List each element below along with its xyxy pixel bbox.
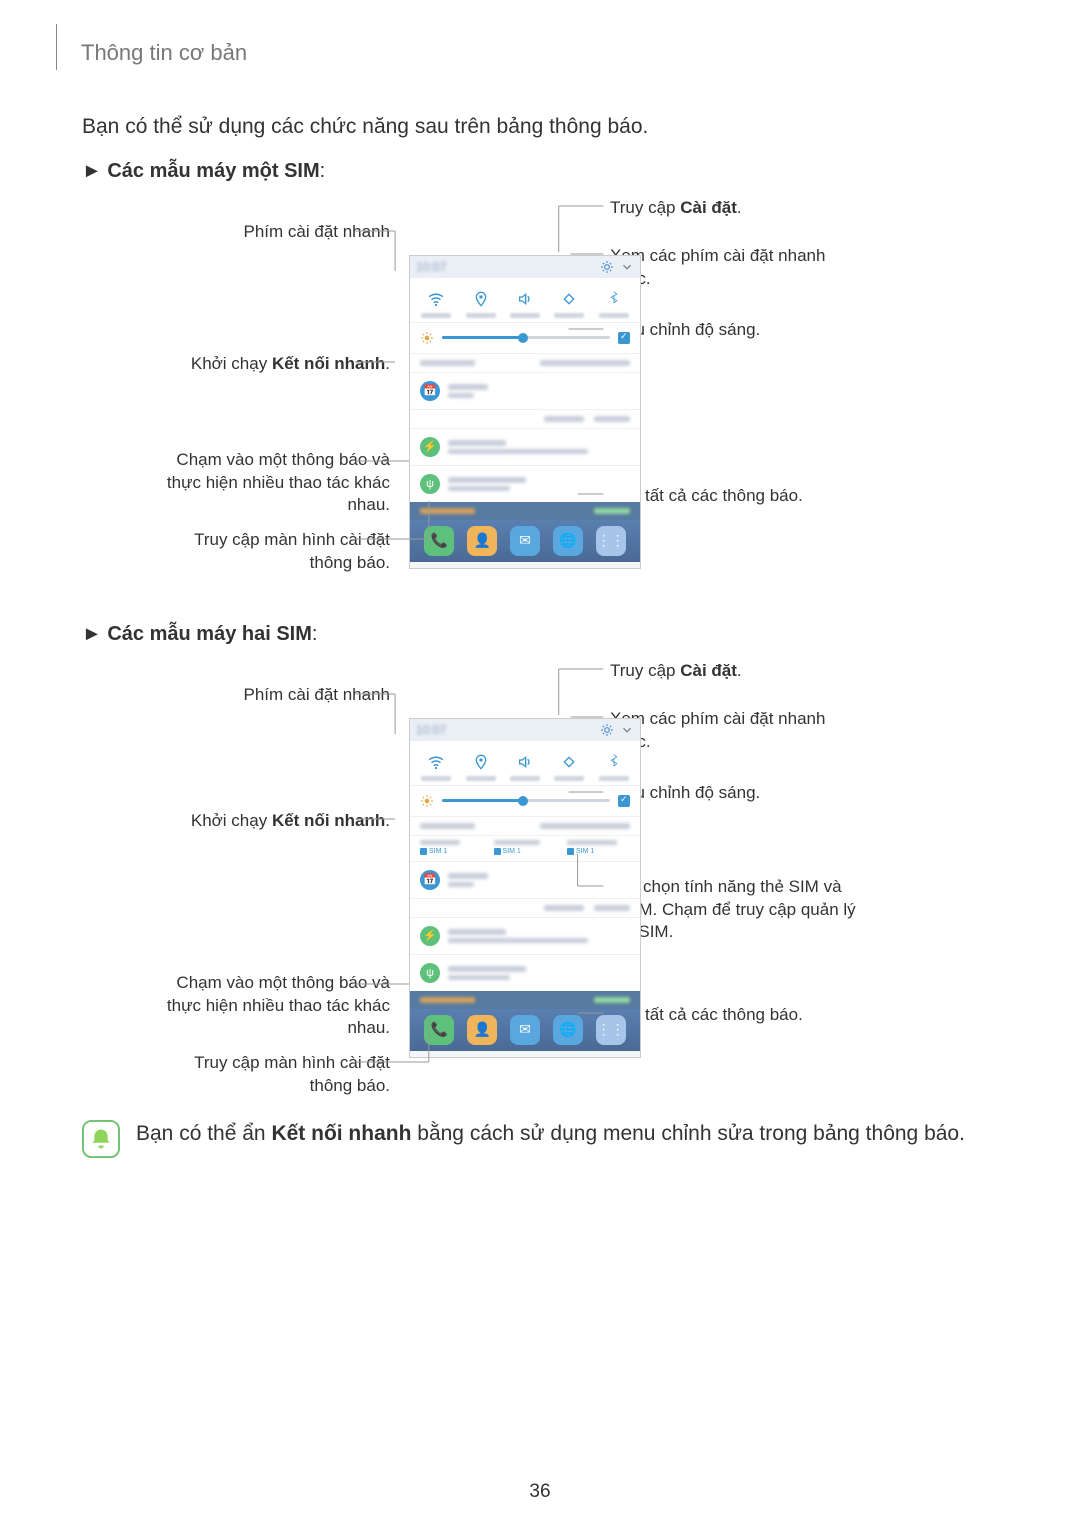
sound-icon[interactable]	[514, 288, 536, 310]
gear-icon[interactable]	[600, 723, 614, 737]
gear-icon[interactable]	[600, 260, 614, 274]
rotate-icon[interactable]	[558, 751, 580, 773]
callout-settings: Truy cập Cài đặt.	[610, 197, 742, 220]
diagram-dual-sim: Phím cài đặt nhanh Khởi chạy Kết nối nha…	[48, 654, 1000, 1104]
notification-item[interactable]: 📅	[410, 372, 640, 409]
brightness-row[interactable]	[410, 785, 640, 816]
brightness-slider[interactable]	[442, 336, 610, 339]
callout-sim-options: Tùy chọn tính năng thẻ SIM và USIM. Chạm…	[610, 876, 870, 945]
bell-tip-icon	[82, 1120, 120, 1158]
rotate-icon[interactable]	[558, 288, 580, 310]
page-number: 36	[0, 1481, 1080, 1503]
dock: 📞 👤 ✉ 🌐 ⋮⋮	[410, 520, 640, 562]
notif-bottom-bar	[410, 502, 640, 520]
chevron-down-icon[interactable]	[620, 260, 634, 274]
sim-label: SIM 1	[429, 848, 447, 855]
section-single-sim-title: ► Các mẫu máy một SIM:	[82, 160, 1000, 183]
brightness-icon	[420, 794, 434, 808]
sim-label: SIM 1	[576, 848, 594, 855]
callout-more-quick: Xem các phím cài đặt nhanh khác.	[610, 245, 870, 291]
messages-app-icon[interactable]: ✉	[510, 526, 540, 556]
notif-bottom-bar	[410, 991, 640, 1009]
location-icon[interactable]	[470, 288, 492, 310]
notification-item[interactable]: ⚡	[410, 917, 640, 954]
notification-item[interactable]: ⚡	[410, 428, 640, 465]
calendar-icon: 📅	[420, 870, 440, 890]
section-prefix: ►	[82, 623, 107, 645]
apps-app-icon[interactable]: ⋮⋮	[596, 526, 626, 556]
quick-settings-row	[410, 741, 640, 785]
diagram-single-sim: Phím cài đặt nhanh Khởi chạy Kết nối nha…	[48, 191, 1000, 611]
callout-quick-settings-keys: Phím cài đặt nhanh	[244, 221, 390, 244]
charging-icon: ⚡	[420, 926, 440, 946]
tip-text: Bạn có thể ẩn Kết nối nhanh bằng cách sử…	[136, 1118, 965, 1151]
apps-app-icon[interactable]: ⋮⋮	[596, 1015, 626, 1045]
bluetooth-icon[interactable]	[603, 751, 625, 773]
callout-tap-notif: Chạm vào một thông báo và thực hiện nhiề…	[150, 449, 390, 518]
bluetooth-icon[interactable]	[603, 288, 625, 310]
intro-text: Bạn có thể sử dụng các chức năng sau trê…	[82, 110, 1000, 144]
status-time: 10:07	[416, 723, 446, 737]
brightness-slider[interactable]	[442, 799, 610, 802]
status-time: 10:07	[416, 260, 446, 274]
notification-item[interactable]: 📅	[410, 861, 640, 898]
callout-quick-connect: Khởi chạy Kết nối nhanh.	[191, 353, 390, 376]
callout-tap-notif-2: Chạm vào một thông báo và thực hiện nhiề…	[150, 972, 390, 1041]
calendar-icon: 📅	[420, 381, 440, 401]
browser-app-icon[interactable]: 🌐	[553, 1015, 583, 1045]
brightness-icon	[420, 331, 434, 345]
contacts-app-icon[interactable]: 👤	[467, 526, 497, 556]
section-dual-sim-title: ► Các mẫu máy hai SIM:	[82, 623, 1000, 646]
sim-label: SIM 1	[503, 848, 521, 855]
notification-item[interactable]: ψ	[410, 954, 640, 991]
auto-brightness-checkbox[interactable]	[618, 795, 630, 807]
callout-notif-settings: Truy cập màn hình cài đặt thông báo.	[150, 529, 390, 575]
messages-app-icon[interactable]: ✉	[510, 1015, 540, 1045]
callout-more-quick-2: Xem các phím cài đặt nhanh khác.	[610, 708, 870, 754]
quick-connect-row[interactable]	[410, 353, 640, 372]
callout-quick-settings-keys-2: Phím cài đặt nhanh	[244, 684, 390, 707]
callout-quick-connect-2: Khởi chạy Kết nối nhanh.	[191, 810, 390, 833]
usb-icon: ψ	[420, 474, 440, 494]
callout-notif-settings-2: Truy cập màn hình cài đặt thông báo.	[150, 1052, 390, 1098]
quick-connect-row[interactable]	[410, 816, 640, 835]
phone-app-icon[interactable]: 📞	[424, 1015, 454, 1045]
section-prefix: ►	[82, 160, 107, 182]
location-icon[interactable]	[470, 751, 492, 773]
phone-mockup-dual: 10:07	[409, 718, 641, 1058]
contacts-app-icon[interactable]: 👤	[467, 1015, 497, 1045]
page-header: Thông tin cơ bản	[57, 24, 1000, 66]
usb-icon: ψ	[420, 963, 440, 983]
quick-settings-row	[410, 278, 640, 322]
wifi-icon[interactable]	[425, 751, 447, 773]
tip-block: Bạn có thể ẩn Kết nối nhanh bằng cách sử…	[82, 1118, 1000, 1158]
sim-row[interactable]: SIM 1 SIM 1 SIM 1	[410, 835, 640, 861]
charging-icon: ⚡	[420, 437, 440, 457]
notification-item[interactable]: ψ	[410, 465, 640, 502]
brightness-row[interactable]	[410, 322, 640, 353]
dock: 📞 👤 ✉ 🌐 ⋮⋮	[410, 1009, 640, 1051]
sound-icon[interactable]	[514, 751, 536, 773]
browser-app-icon[interactable]: 🌐	[553, 526, 583, 556]
chevron-down-icon[interactable]	[620, 723, 634, 737]
phone-mockup: 10:07	[409, 255, 641, 569]
wifi-icon[interactable]	[425, 288, 447, 310]
phone-app-icon[interactable]: 📞	[424, 526, 454, 556]
auto-brightness-checkbox[interactable]	[618, 332, 630, 344]
callout-settings-2: Truy cập Cài đặt.	[610, 660, 742, 683]
